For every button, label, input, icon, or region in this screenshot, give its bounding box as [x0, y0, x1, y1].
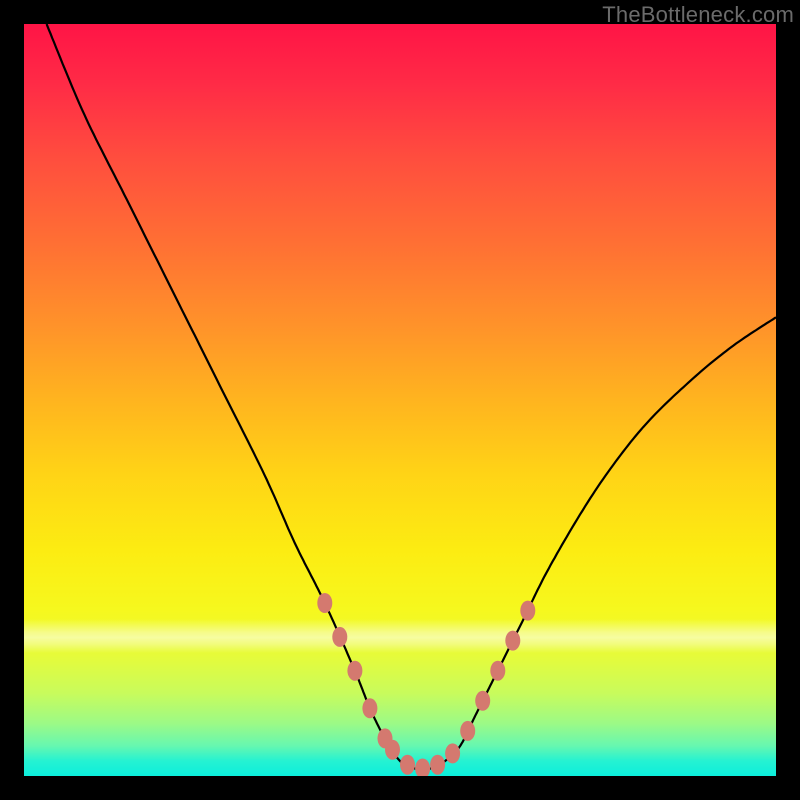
chart-frame: [24, 24, 776, 776]
curve-marker: [362, 698, 377, 718]
curve-marker: [400, 755, 415, 775]
curve-marker: [385, 740, 400, 760]
curve-marker: [460, 721, 475, 741]
curve-marker: [415, 759, 430, 777]
curve-marker: [475, 691, 490, 711]
curve-marker: [490, 661, 505, 681]
curve-marker: [445, 743, 460, 763]
curve-layer: [24, 24, 776, 776]
curve-marker: [505, 631, 520, 651]
curve-marker: [317, 593, 332, 613]
curve-marker: [332, 627, 347, 647]
curve-markers: [317, 593, 535, 776]
bottleneck-curve: [47, 24, 776, 769]
plot-area: [24, 24, 776, 776]
curve-marker: [520, 601, 535, 621]
curve-marker: [430, 755, 445, 775]
curve-marker: [347, 661, 362, 681]
watermark-text: TheBottleneck.com: [602, 2, 794, 28]
